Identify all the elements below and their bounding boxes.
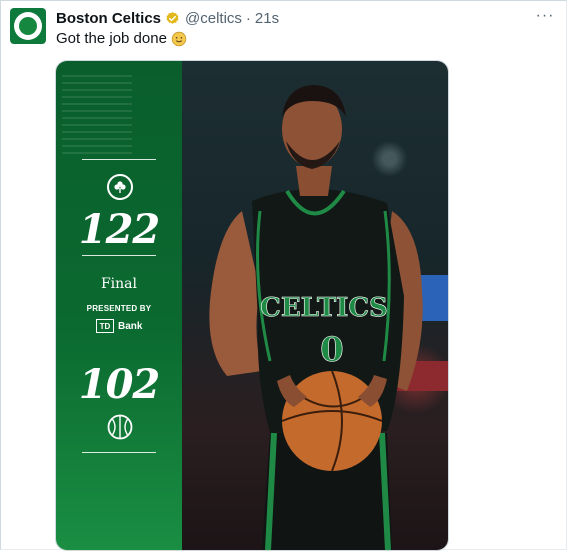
- divider-line: [82, 159, 156, 160]
- game-status: Final: [100, 276, 138, 292]
- separator-dot: ·: [245, 9, 251, 27]
- presented-by-label: PRESENTED BY: [86, 304, 152, 313]
- jersey-wordmark: CELTICS: [260, 293, 388, 323]
- player-photo: CELTICS 0: [182, 61, 448, 550]
- timestamp[interactable]: 21s: [255, 10, 279, 27]
- avatar[interactable]: [10, 8, 46, 44]
- divider-line: [82, 452, 156, 453]
- tweet-card[interactable]: Boston Celtics @celtics · 21s ··· Got th…: [0, 0, 567, 551]
- sponsor-name: Bank: [118, 320, 143, 332]
- divider-line: [82, 255, 156, 256]
- player-figure: CELTICS 0: [209, 85, 423, 550]
- celtics-clover-logo-icon: [107, 174, 133, 200]
- tweet-text: Got the job done: [56, 30, 187, 47]
- td-logo-mark: TD: [96, 319, 114, 333]
- basketball-icon: [107, 414, 133, 440]
- faded-stats-background: [62, 75, 132, 159]
- home-score: 122: [78, 206, 161, 253]
- tweet-header: Boston Celtics @celtics · 21s: [56, 8, 279, 28]
- more-options-icon[interactable]: ···: [535, 6, 555, 26]
- tweet-text-content: Got the job done: [56, 30, 167, 47]
- author-name[interactable]: Boston Celtics: [56, 10, 161, 27]
- smiling-face-emoji-icon: [171, 31, 187, 46]
- celtics-logo-icon: [14, 12, 42, 40]
- away-score: 102: [78, 361, 161, 408]
- sponsor-logo: TD Bank: [96, 318, 142, 334]
- tweet-media-image[interactable]: 122 Final PRESENTED BY TD Bank 102 CELTI…: [55, 60, 449, 551]
- author-handle[interactable]: @celtics: [185, 10, 242, 27]
- jersey-number: 0: [320, 330, 344, 370]
- verified-badge-icon[interactable]: [165, 11, 180, 26]
- scoreboard-panel: 122 Final PRESENTED BY TD Bank 102: [56, 61, 182, 550]
